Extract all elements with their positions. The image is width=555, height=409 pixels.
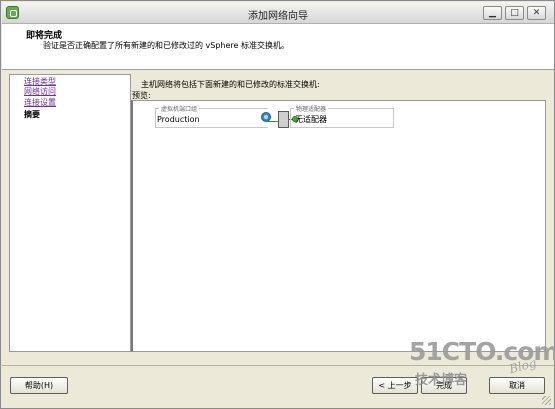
step-description: 验证是否正确配置了所有新建的和已修改过的 vSphere 标准交换机。 — [43, 41, 290, 50]
help-button[interactable]: 帮助(H) — [10, 377, 68, 394]
physical-nic-icon — [292, 116, 298, 122]
wizard-steps-sidebar: 连接类型 网络访问 连接设置 摘要 — [9, 74, 131, 352]
sidebar-item-network-access[interactable]: 网络访问 — [24, 86, 56, 97]
sidebar-item-summary: 摘要 — [24, 110, 40, 119]
vm-port-group-name: Production — [157, 115, 200, 124]
sidebar-item-connection-settings[interactable]: 连接设置 — [24, 97, 56, 108]
summary-intro-text: 主机网络将包括下面新建的和已修改的标准交换机: — [141, 80, 320, 89]
back-button[interactable]: < 上一步 — [372, 377, 418, 394]
vm-port-group: 虚拟机端口组 Production — [155, 104, 268, 128]
watermark-blog-text: Blog — [507, 355, 538, 377]
resize-grip-icon[interactable] — [542, 396, 551, 405]
physical-adapter-value: 无适配器 — [295, 115, 327, 124]
maximize-button[interactable]: □ — [505, 6, 524, 20]
close-button[interactable]: ✕ — [527, 6, 546, 20]
window-title: 添加网络向导 — [248, 11, 308, 22]
title-bar[interactable]: 添加网络向导 ▁ □ ✕ — [2, 2, 554, 24]
finish-button[interactable]: 完成 — [421, 377, 467, 394]
add-network-wizard-window: 添加网络向导 ▁ □ ✕ 即将完成 验证是否正确配置了所有新建的和已修改过的 v… — [0, 0, 555, 409]
summary-content: 主机网络将包括下面新建的和已修改的标准交换机: 预览: 虚拟机端口组 Produ… — [131, 74, 547, 352]
footer-divider — [2, 365, 554, 366]
minimize-button[interactable]: ▁ — [483, 6, 502, 20]
cancel-button[interactable]: 取消 — [489, 377, 545, 394]
network-preview-panel: 虚拟机端口组 Production 物理适配器 无适配器 — [131, 100, 546, 352]
physical-adapter-group-label: 物理适配器 — [294, 104, 329, 113]
physical-adapter-group: 物理适配器 无适配器 — [290, 104, 394, 128]
wizard-header: 即将完成 验证是否正确配置了所有新建的和已修改过的 vSphere 标准交换机。 — [2, 24, 554, 70]
vm-port-group-label: 虚拟机端口组 — [159, 104, 200, 113]
virtual-switch-icon — [278, 111, 289, 128]
